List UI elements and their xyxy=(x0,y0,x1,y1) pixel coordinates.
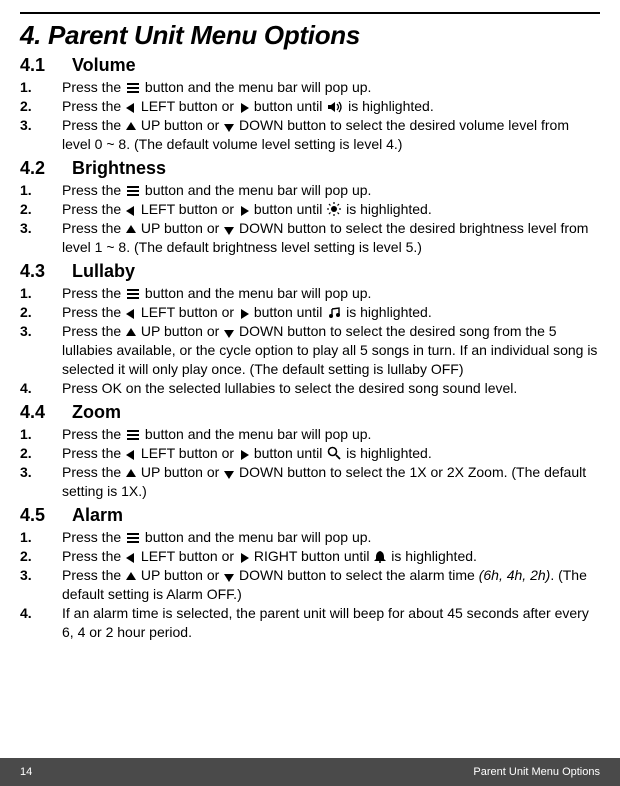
list-item: 1.Press the button and the menu bar will… xyxy=(20,425,600,444)
list-item: 2.Press the LEFT button or button until … xyxy=(20,444,600,463)
left-icon xyxy=(126,206,136,216)
volume-icon xyxy=(327,101,343,113)
alarm-icon xyxy=(374,550,386,563)
footer-title: Parent Unit Menu Options xyxy=(473,766,600,778)
down-icon xyxy=(224,572,234,582)
section-heading: 4.1Volume xyxy=(20,55,600,76)
list-item: 2.Press the LEFT button or RIGHT button … xyxy=(20,547,600,566)
down-icon xyxy=(224,469,234,479)
brightness-icon xyxy=(327,202,341,216)
list-item: 1.Press the button and the menu bar will… xyxy=(20,528,600,547)
down-icon xyxy=(224,328,234,338)
list-item: 2.Press the LEFT button or button until … xyxy=(20,97,600,116)
up-icon xyxy=(126,225,136,235)
left-icon xyxy=(126,103,136,113)
manual-page: 4. Parent Unit Menu Options 4.1Volume 1.… xyxy=(0,0,620,786)
section-heading: 4.4Zoom xyxy=(20,402,600,423)
down-icon xyxy=(224,225,234,235)
list-item: 3.Press the UP button or DOWN button to … xyxy=(20,116,600,154)
list-item: 3.Press the UP button or DOWN button to … xyxy=(20,322,600,379)
right-icon xyxy=(239,553,249,563)
list-item: 2.Press the LEFT button or button until … xyxy=(20,200,600,219)
up-icon xyxy=(126,572,136,582)
list-item: 1.Press the button and the menu bar will… xyxy=(20,78,600,97)
up-icon xyxy=(126,328,136,338)
right-icon xyxy=(239,206,249,216)
menu-icon xyxy=(126,82,140,94)
section-heading: 4.2Brightness xyxy=(20,158,600,179)
page-number: 14 xyxy=(20,766,32,778)
up-icon xyxy=(126,469,136,479)
left-icon xyxy=(126,553,136,563)
menu-icon xyxy=(126,185,140,197)
list-item: 2.Press the LEFT button or button until … xyxy=(20,303,600,322)
section-heading: 4.3Lullaby xyxy=(20,261,600,282)
right-icon xyxy=(239,450,249,460)
list-item: 1.Press the button and the menu bar will… xyxy=(20,181,600,200)
up-icon xyxy=(126,122,136,132)
list-item: 4.If an alarm time is selected, the pare… xyxy=(20,604,600,642)
zoom-icon xyxy=(327,446,341,460)
top-rule xyxy=(20,12,600,14)
right-icon xyxy=(239,309,249,319)
menu-icon xyxy=(126,288,140,300)
list-item: 4.Press OK on the selected lullabies to … xyxy=(20,379,600,398)
down-icon xyxy=(224,122,234,132)
list-item: 3.Press the UP button or DOWN button to … xyxy=(20,566,600,604)
page-title: 4. Parent Unit Menu Options xyxy=(20,20,600,51)
page-footer: 14 Parent Unit Menu Options xyxy=(0,758,620,786)
list-item: 1.Press the button and the menu bar will… xyxy=(20,284,600,303)
section-heading: 4.5Alarm xyxy=(20,505,600,526)
left-icon xyxy=(126,309,136,319)
right-icon xyxy=(239,103,249,113)
menu-icon xyxy=(126,532,140,544)
left-icon xyxy=(126,450,136,460)
music-icon xyxy=(327,307,341,319)
menu-icon xyxy=(126,429,140,441)
list-item: 3.Press the UP button or DOWN button to … xyxy=(20,219,600,257)
list-item: 3.Press the UP button or DOWN button to … xyxy=(20,463,600,501)
